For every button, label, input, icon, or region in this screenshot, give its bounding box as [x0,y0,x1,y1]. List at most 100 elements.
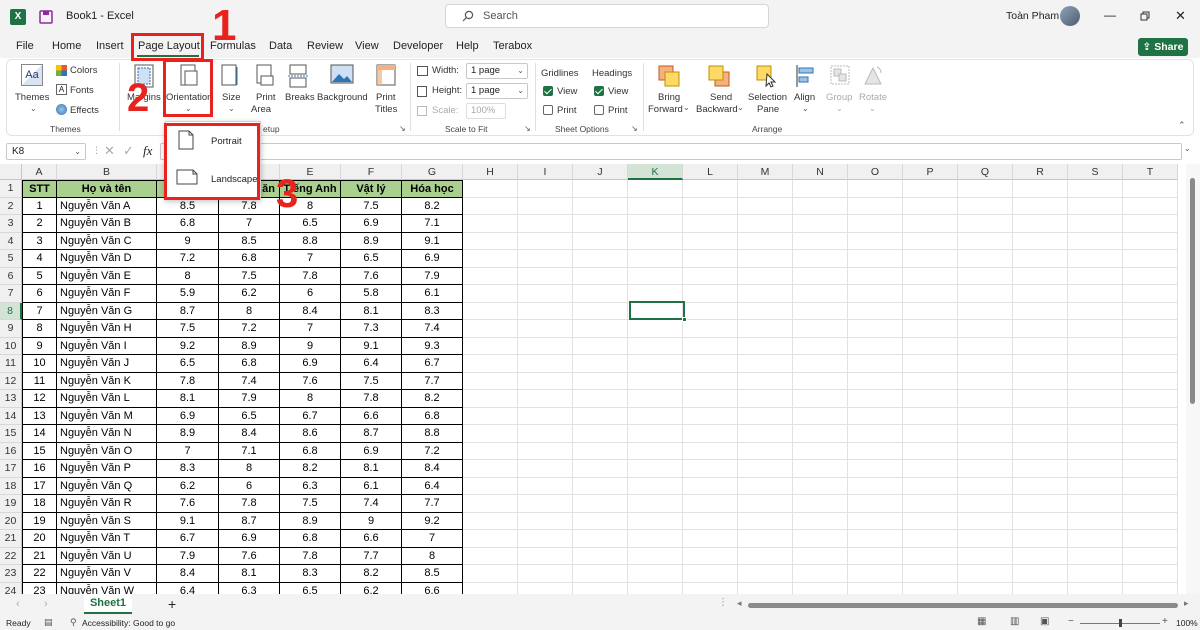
empty-cell[interactable] [573,302,628,320]
table-cell[interactable]: 6.7 [157,530,219,548]
column-header[interactable]: R [1013,164,1068,180]
empty-cell[interactable] [793,337,848,355]
table-cell[interactable]: 7.8 [219,495,280,513]
empty-cell[interactable] [1123,512,1178,530]
table-cell[interactable]: 8.5 [402,565,463,583]
table-cell[interactable]: 8.4 [219,425,280,443]
empty-cell[interactable] [518,355,573,373]
empty-cell[interactable] [683,180,738,198]
table-cell[interactable]: 12 [22,390,57,408]
table-cell[interactable]: 15 [22,442,57,460]
empty-cell[interactable] [793,267,848,285]
empty-cell[interactable] [793,372,848,390]
empty-cell[interactable] [573,232,628,250]
empty-cell[interactable] [1068,512,1123,530]
table-cell[interactable]: 7.6 [219,547,280,565]
empty-cell[interactable] [683,232,738,250]
empty-cell[interactable] [1013,232,1068,250]
empty-cell[interactable] [463,180,518,198]
table-cell[interactable]: 7 [280,250,341,268]
empty-cell[interactable] [1013,355,1068,373]
table-cell[interactable]: 6.9 [341,215,402,233]
table-cell[interactable]: 6.4 [157,582,219,594]
table-cell[interactable]: 6.4 [341,355,402,373]
empty-cell[interactable] [793,460,848,478]
empty-cell[interactable] [683,495,738,513]
empty-cell[interactable] [958,285,1013,303]
row-header[interactable]: 5 [0,250,22,268]
empty-cell[interactable] [793,355,848,373]
table-cell[interactable]: 8.9 [219,337,280,355]
align-button[interactable]: Align [794,92,815,103]
empty-cell[interactable] [738,197,793,215]
empty-cell[interactable] [1068,320,1123,338]
table-cell[interactable]: 6.9 [402,250,463,268]
tab-help[interactable]: Help [456,40,479,52]
empty-cell[interactable] [1123,337,1178,355]
empty-cell[interactable] [628,477,683,495]
empty-cell[interactable] [628,372,683,390]
table-cell[interactable]: 7.6 [157,495,219,513]
table-cell[interactable]: 8.8 [280,232,341,250]
accessibility-icon[interactable]: ⚲ [70,617,77,628]
empty-cell[interactable] [628,267,683,285]
empty-cell[interactable] [848,320,903,338]
table-cell[interactable]: 8.7 [341,425,402,443]
empty-cell[interactable] [683,425,738,443]
empty-cell[interactable] [848,530,903,548]
table-cell[interactable]: Nguyễn Văn G [57,302,157,320]
empty-cell[interactable] [683,477,738,495]
empty-cell[interactable] [958,197,1013,215]
table-cell[interactable]: 5 [22,267,57,285]
table-header-cell[interactable]: Vật lý [341,180,402,198]
empty-cell[interactable] [1123,407,1178,425]
row-header[interactable]: 20 [0,512,22,530]
insert-function-icon[interactable]: fx [143,143,152,159]
vertical-scrollbar[interactable] [1186,164,1200,594]
table-header-cell[interactable]: STT [22,180,57,198]
row-header[interactable]: 9 [0,320,22,338]
table-cell[interactable]: 8.9 [157,425,219,443]
print-area-icon[interactable] [255,64,275,88]
empty-cell[interactable] [463,232,518,250]
empty-cell[interactable] [848,372,903,390]
row-header[interactable]: 6 [0,267,22,285]
empty-cell[interactable] [903,407,958,425]
table-cell[interactable]: 5.8 [341,285,402,303]
empty-cell[interactable] [1068,197,1123,215]
empty-cell[interactable] [573,337,628,355]
empty-cell[interactable] [683,302,738,320]
table-cell[interactable]: 7.3 [341,320,402,338]
empty-cell[interactable] [903,337,958,355]
select-all-corner[interactable] [0,164,22,180]
table-cell[interactable]: 8.4 [157,565,219,583]
size-icon[interactable] [221,64,239,88]
empty-cell[interactable] [793,425,848,443]
table-cell[interactable]: Nguyễn Văn Q [57,477,157,495]
table-cell[interactable]: 7.5 [341,372,402,390]
table-cell[interactable]: 8.4 [402,460,463,478]
empty-cell[interactable] [903,355,958,373]
empty-cell[interactable] [628,460,683,478]
empty-cell[interactable] [793,442,848,460]
empty-cell[interactable] [1013,285,1068,303]
table-cell[interactable]: 6.3 [280,477,341,495]
empty-cell[interactable] [518,582,573,594]
table-cell[interactable]: 6.7 [280,407,341,425]
prev-sheet-icon[interactable]: ‹ [16,598,20,610]
empty-cell[interactable] [683,442,738,460]
column-header[interactable]: I [518,164,573,180]
table-cell[interactable]: Nguyễn Văn U [57,547,157,565]
empty-cell[interactable] [1013,180,1068,198]
empty-cell[interactable] [463,547,518,565]
empty-cell[interactable] [463,442,518,460]
avatar[interactable] [1060,6,1080,26]
empty-cell[interactable] [518,390,573,408]
table-cell[interactable]: 6.8 [280,442,341,460]
table-cell[interactable]: 7.2 [219,320,280,338]
empty-cell[interactable] [793,477,848,495]
table-cell[interactable]: 11 [22,372,57,390]
zoom-in-icon[interactable]: + [1162,616,1168,627]
table-cell[interactable]: 7.8 [219,197,280,215]
empty-cell[interactable] [958,512,1013,530]
